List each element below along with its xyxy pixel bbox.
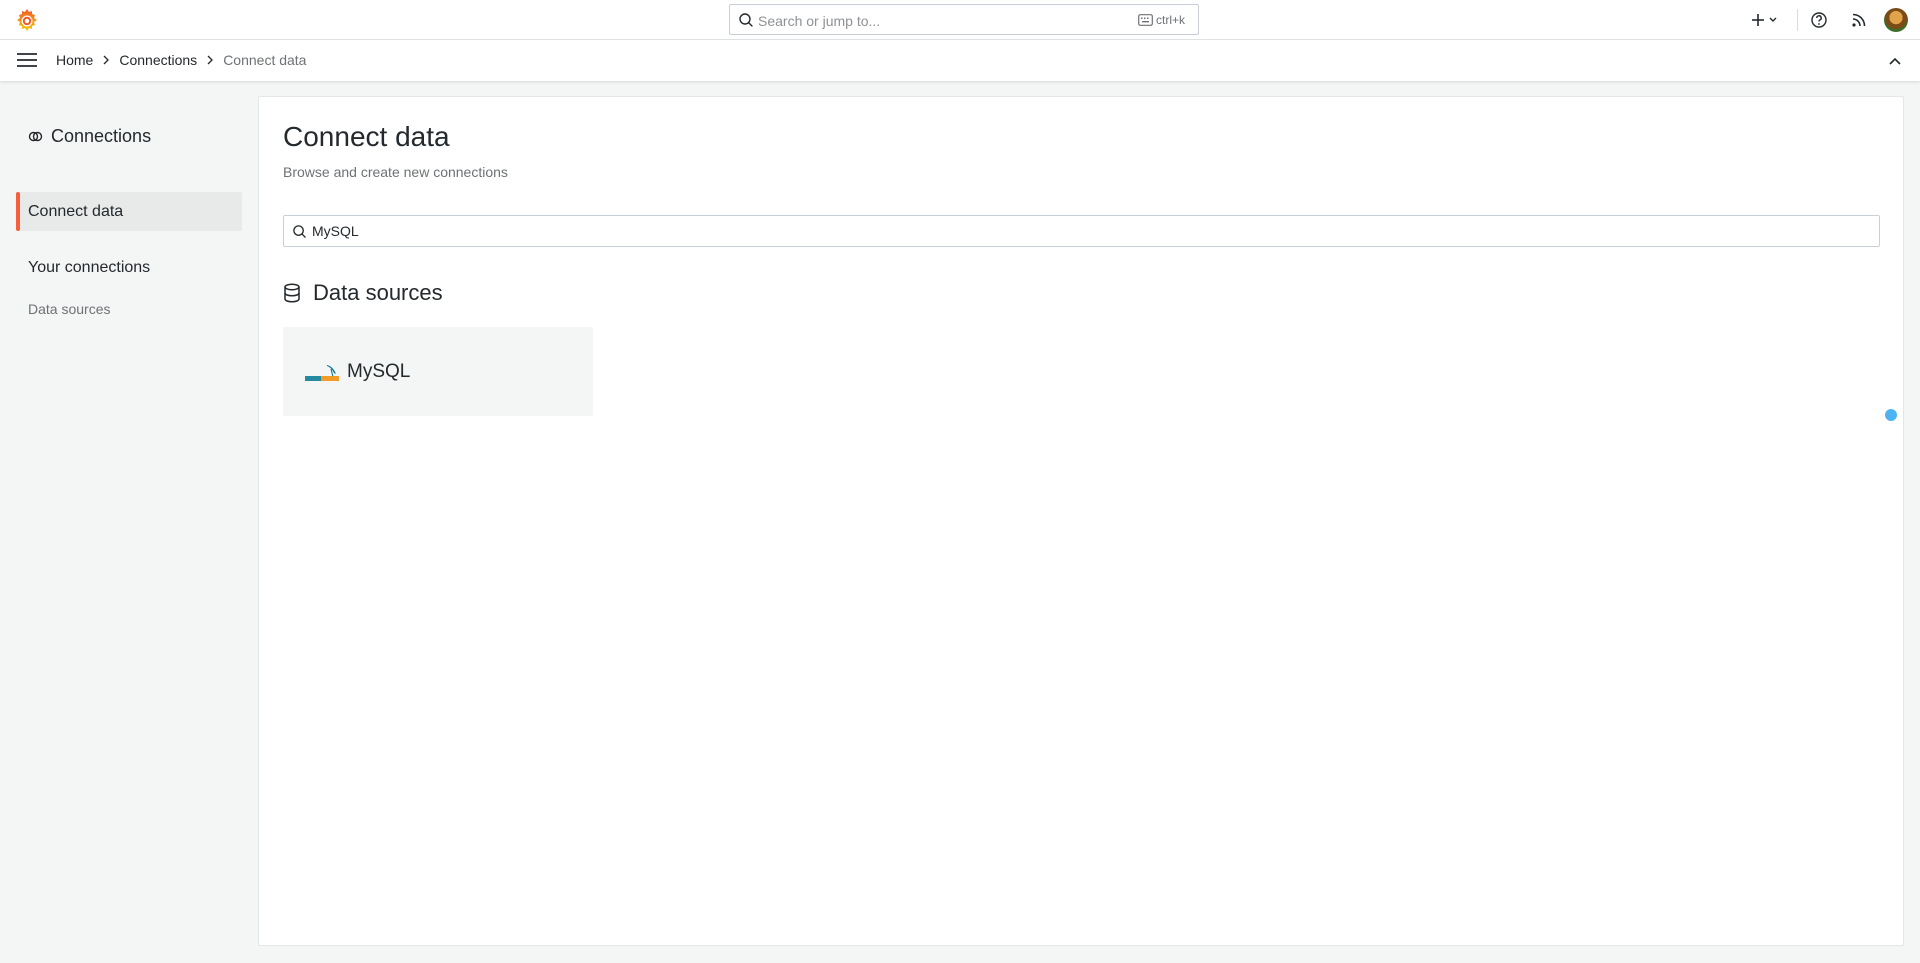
breadcrumb-connect-data: Connect data [223, 52, 307, 68]
filter-input[interactable] [312, 216, 1872, 246]
breadcrumb-bar: Home Connections Connect data [0, 40, 1920, 81]
search-placeholder: Search or jump to... [758, 13, 881, 29]
chevron-right-icon [103, 55, 110, 65]
toolbar-divider [1797, 9, 1798, 31]
section-title: Data sources [283, 280, 443, 306]
mysql-logo-icon [305, 365, 339, 381]
link-icon [28, 131, 43, 142]
chevron-up-icon[interactable] [1888, 54, 1902, 68]
main-panel: Connect data Browse and create new conne… [258, 96, 1904, 946]
top-bar: Search or jump to... ctrl+k [0, 0, 1920, 40]
database-icon [284, 283, 300, 303]
global-search[interactable]: Search or jump to... ctrl+k [729, 4, 1199, 35]
search-shortcut: ctrl+k [1156, 13, 1186, 27]
search-icon [739, 13, 753, 27]
page-title: Connect data [283, 121, 450, 152]
section-title-label: Data sources [313, 280, 443, 305]
breadcrumb-home[interactable]: Home [56, 52, 93, 68]
menu-icon[interactable] [17, 52, 37, 68]
mouse-cursor [1885, 409, 1897, 421]
sidebar-item-your-connections[interactable]: Your connections [28, 259, 150, 277]
chevron-right-icon [207, 55, 214, 65]
sidebar-title: Connections [28, 126, 151, 147]
add-new-button[interactable] [1750, 10, 1782, 30]
page-subtitle: Browse and create new connections [283, 164, 508, 180]
help-icon[interactable] [1810, 11, 1828, 29]
sidebar-item-label: Connect data [28, 203, 124, 220]
breadcrumb: Home Connections Connect data [56, 52, 306, 68]
grafana-logo-icon[interactable] [14, 7, 40, 33]
breadcrumb-connections[interactable]: Connections [119, 52, 197, 68]
datasource-card-mysql[interactable]: MySQL [283, 327, 593, 416]
sidebar-item-data-sources[interactable]: Data sources [28, 301, 110, 317]
search-icon [293, 225, 306, 238]
keyboard-icon [1138, 14, 1153, 26]
sidebar-item-connect-data[interactable]: Connect data [16, 192, 242, 231]
user-avatar[interactable] [1884, 8, 1908, 32]
filter-box[interactable] [283, 215, 1880, 247]
news-feed-icon[interactable] [1850, 11, 1868, 29]
datasource-card-label: MySQL [347, 361, 411, 382]
sidebar-title-label: Connections [51, 126, 152, 146]
